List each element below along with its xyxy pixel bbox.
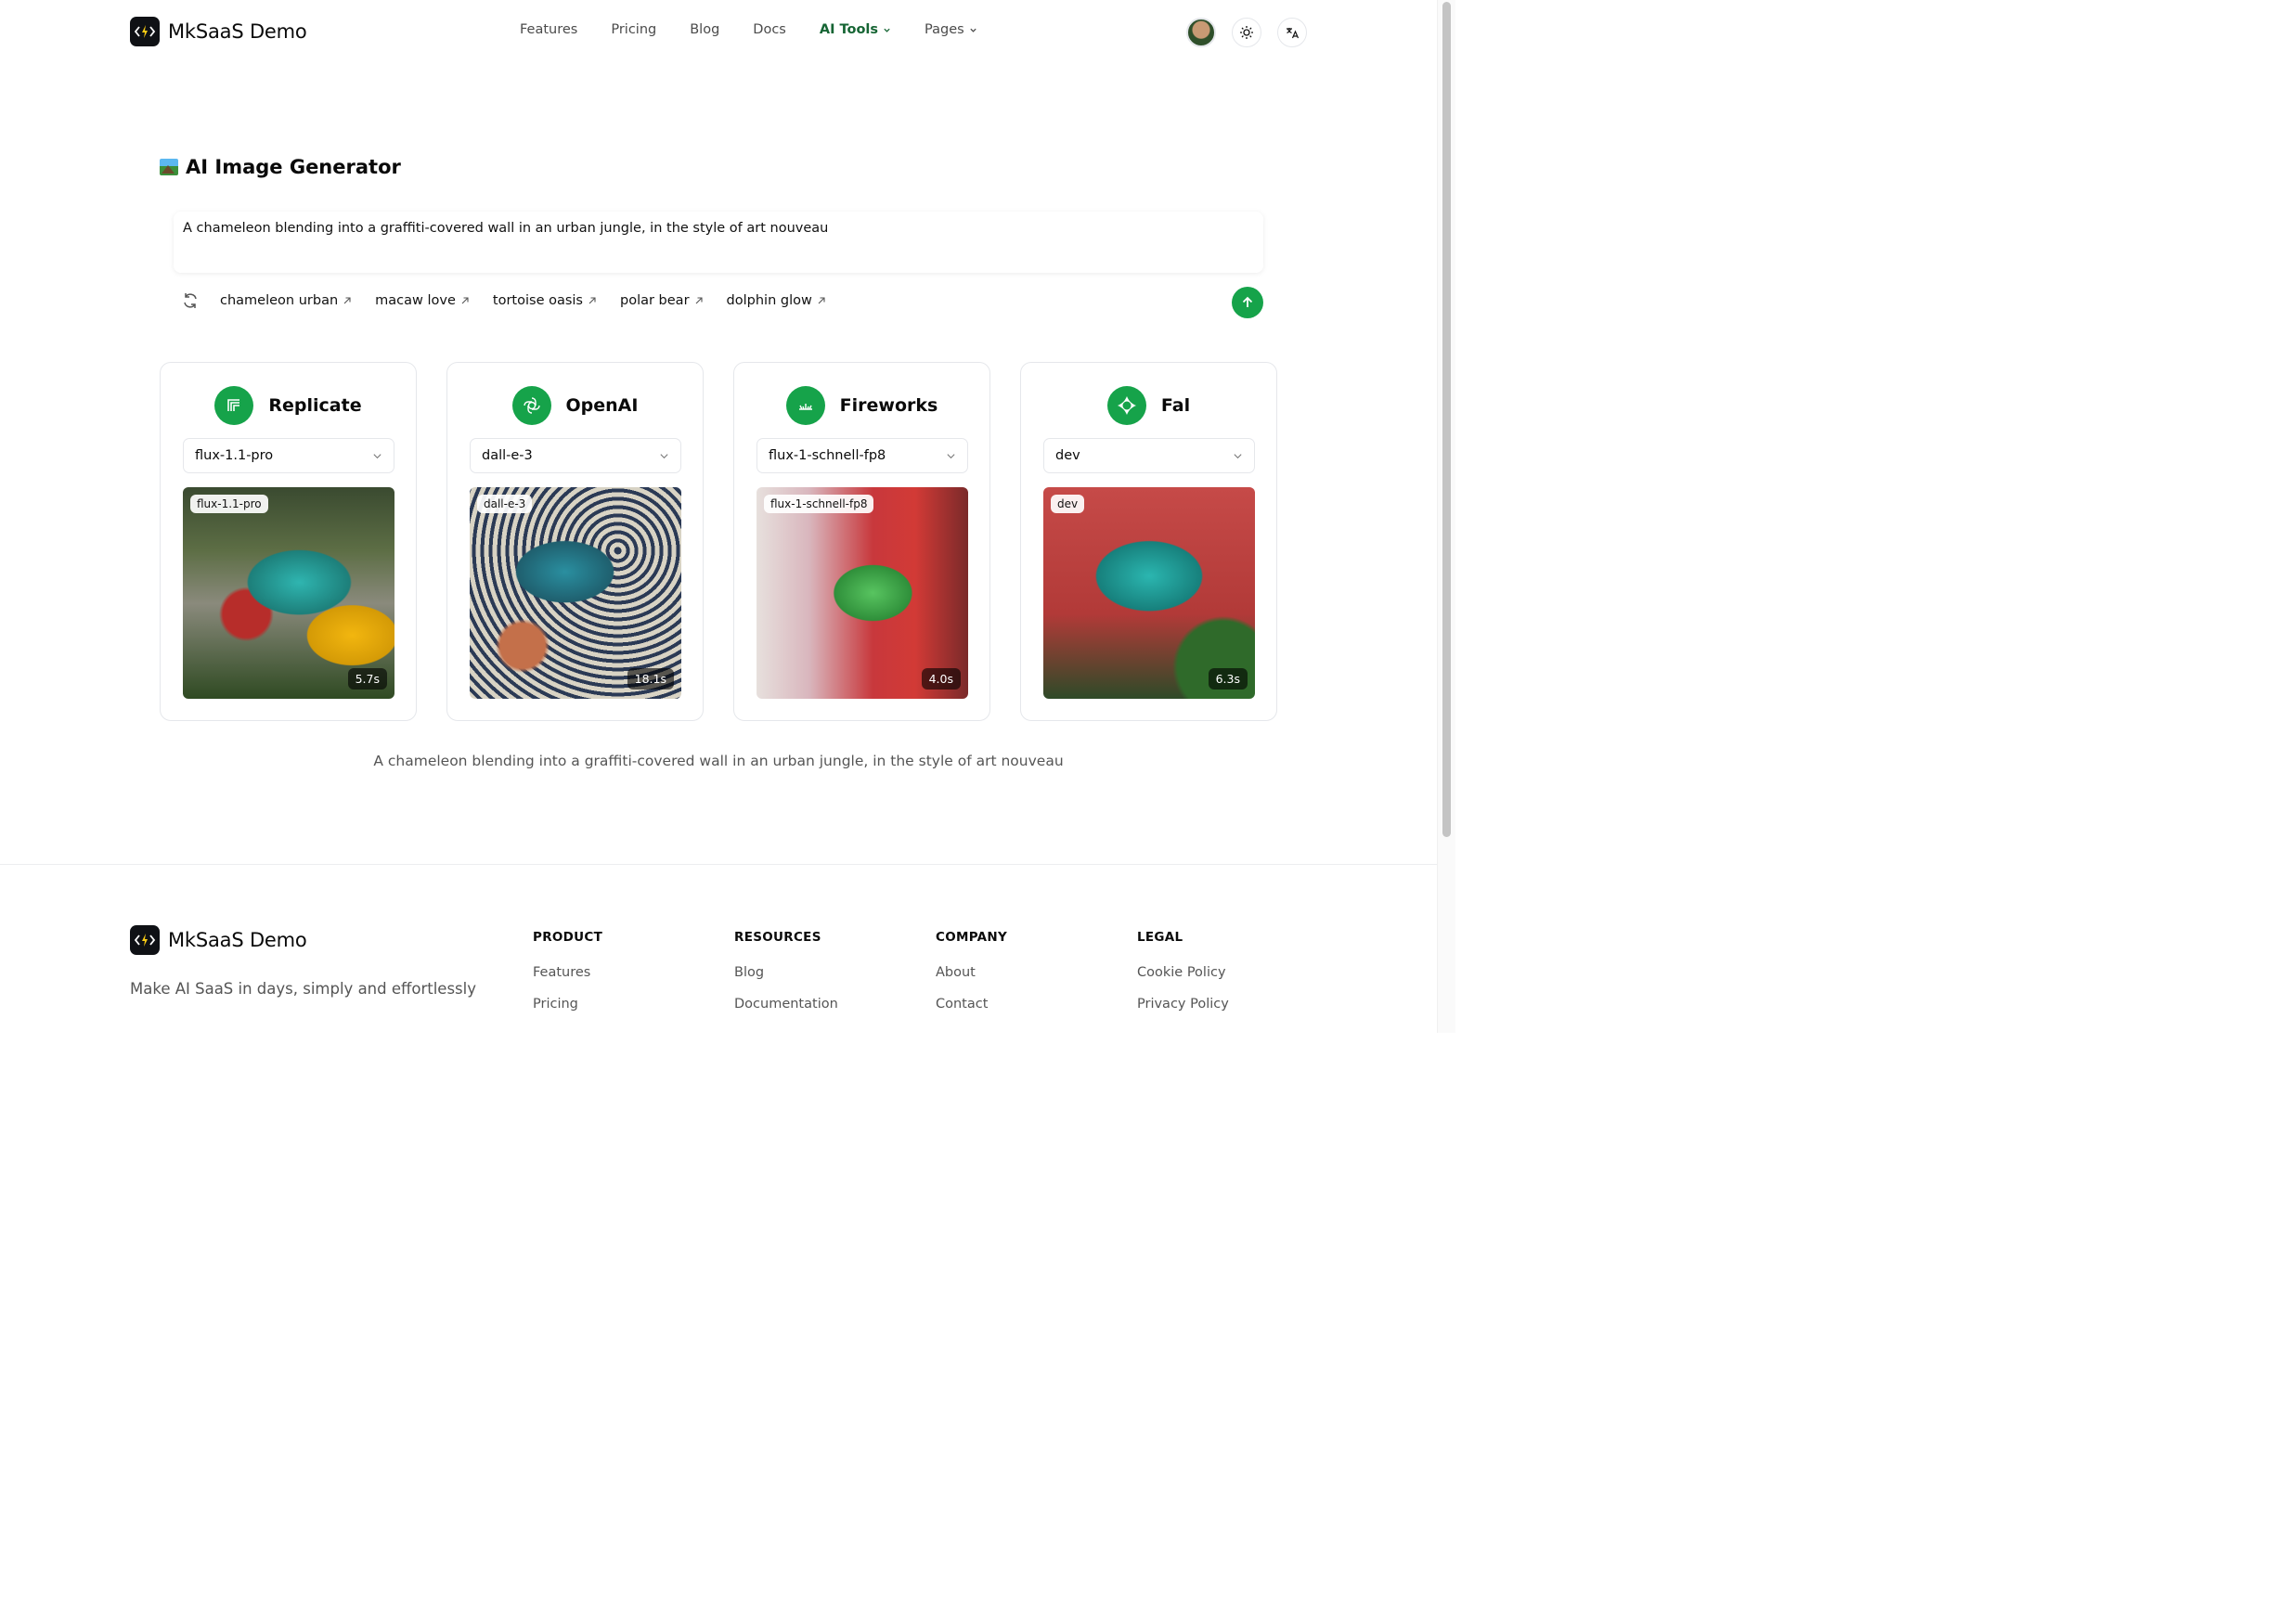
arrow-up-right-icon	[588, 297, 596, 304]
footer-brand[interactable]: MkSaaS Demo	[130, 925, 307, 955]
suggestions-row: chameleon urban macaw love tortoise oasi…	[181, 291, 849, 310]
provider-name: OpenAI	[565, 395, 639, 416]
refresh-icon[interactable]	[181, 291, 200, 310]
arrow-up-right-icon	[343, 297, 351, 304]
sun-icon	[1240, 26, 1253, 39]
suggestion-chip[interactable]: polar bear	[620, 293, 703, 308]
footer-col-product: PRODUCT Features Pricing	[533, 930, 602, 1028]
scrollbar-thumb[interactable]	[1442, 2, 1451, 837]
footer-link[interactable]: About	[936, 965, 1007, 980]
page-title: AI Image Generator	[186, 156, 401, 178]
generated-image[interactable]: flux-1-schnell-fp8 4.0s	[757, 487, 968, 699]
picture-icon	[160, 159, 178, 175]
provider-name: Fal	[1160, 395, 1191, 416]
generated-image[interactable]: flux-1.1-pro 5.7s	[183, 487, 394, 699]
footer-col-title: LEGAL	[1137, 930, 1183, 945]
model-select[interactable]: flux-1.1-pro	[183, 438, 394, 473]
suggestion-chip[interactable]: chameleon urban	[220, 293, 351, 308]
user-avatar[interactable]	[1186, 18, 1216, 47]
chevron-down-icon	[1234, 453, 1242, 458]
footer-col-title: RESOURCES	[734, 930, 821, 945]
chevron-down-icon	[373, 453, 382, 458]
provider-card-replicate: Replicate flux-1.1-pro flux-1.1-pro 5.7s	[160, 362, 417, 721]
replicate-icon	[214, 386, 254, 425]
footer-link[interactable]: Cookie Policy	[1137, 965, 1229, 980]
arrow-up-right-icon	[461, 297, 469, 304]
model-select[interactable]: dall-e-3	[470, 438, 681, 473]
brand-logo-icon	[130, 17, 160, 46]
footer-col-company: COMPANY About Contact	[936, 930, 1007, 1028]
footer-col-legal: LEGAL Cookie Policy Privacy Policy	[1137, 930, 1229, 1028]
arrow-up-right-icon	[695, 297, 703, 304]
generation-time: 4.0s	[921, 668, 961, 690]
prompt-input[interactable]: A chameleon blending into a graffiti-cov…	[174, 212, 1263, 273]
suggestion-chip[interactable]: tortoise oasis	[493, 293, 596, 308]
generation-time: 6.3s	[1208, 668, 1248, 690]
footer-link[interactable]: Privacy Policy	[1137, 997, 1229, 1012]
main-nav: Features Pricing Blog Docs AI Tools Page…	[520, 22, 1011, 37]
fireworks-icon	[785, 386, 825, 425]
nav-pricing[interactable]: Pricing	[611, 22, 656, 37]
footer-link[interactable]: Documentation	[734, 997, 838, 1012]
footer-divider	[0, 864, 1437, 865]
site-header: MkSaaS Demo Features Pricing Blog Docs A…	[0, 0, 1437, 65]
generated-image[interactable]: dall-e-3 18.1s	[470, 487, 681, 699]
footer-link[interactable]: Contact	[936, 997, 1007, 1012]
provider-name: Fireworks	[839, 395, 938, 416]
provider-card-fireworks: Fireworks flux-1-schnell-fp8 flux-1-schn…	[733, 362, 990, 721]
generate-button[interactable]	[1232, 287, 1263, 318]
generation-time: 5.7s	[347, 668, 387, 690]
fal-icon	[1106, 386, 1146, 425]
page-title-row: AI Image Generator	[160, 156, 401, 178]
model-tag: flux-1-schnell-fp8	[764, 495, 874, 513]
nav-ai-tools[interactable]: AI Tools	[820, 22, 891, 37]
suggestion-chip[interactable]: macaw love	[375, 293, 469, 308]
footer-link[interactable]: Pricing	[533, 997, 602, 1012]
footer-tagline: Make AI SaaS in days, simply and effortl…	[130, 980, 476, 998]
brand-link[interactable]: MkSaaS Demo	[130, 17, 307, 46]
provider-card-openai: OpenAI dall-e-3 dall-e-3 18.1s	[446, 362, 704, 721]
provider-cards: Replicate flux-1.1-pro flux-1.1-pro 5.7s…	[160, 362, 1277, 721]
nav-features[interactable]: Features	[520, 22, 577, 37]
footer-brand-name: MkSaaS Demo	[168, 929, 307, 951]
chevron-down-icon	[660, 453, 668, 458]
footer-col-title: COMPANY	[936, 930, 1008, 945]
provider-card-fal: Fal dev dev 6.3s	[1020, 362, 1277, 721]
model-tag: dev	[1051, 495, 1085, 513]
model-select[interactable]: dev	[1043, 438, 1255, 473]
brand-name: MkSaaS Demo	[168, 20, 307, 43]
suggestion-chip[interactable]: dolphin glow	[727, 293, 825, 308]
chevron-down-icon	[947, 453, 955, 458]
brand-logo-icon	[130, 925, 160, 955]
nav-docs[interactable]: Docs	[753, 22, 786, 37]
page-scrollbar[interactable]	[1437, 0, 1455, 1033]
footer-col-resources: RESOURCES Blog Documentation	[734, 930, 838, 1028]
arrow-up-right-icon	[818, 297, 825, 304]
prompt-caption: A chameleon blending into a graffiti-cov…	[373, 753, 1064, 769]
openai-icon	[511, 386, 551, 425]
provider-name: Replicate	[268, 395, 362, 416]
nav-pages[interactable]: Pages	[925, 22, 977, 37]
arrow-up-icon	[1242, 296, 1253, 307]
header-actions	[1186, 18, 1307, 47]
nav-blog[interactable]: Blog	[690, 22, 719, 37]
model-select[interactable]: flux-1-schnell-fp8	[757, 438, 968, 473]
footer-col-title: PRODUCT	[533, 930, 603, 945]
model-tag: flux-1.1-pro	[190, 495, 268, 513]
generation-time: 18.1s	[627, 668, 674, 690]
chevron-down-icon	[884, 28, 890, 32]
generated-image[interactable]: dev 6.3s	[1043, 487, 1255, 699]
footer-link[interactable]: Features	[533, 965, 602, 980]
chevron-down-icon	[970, 28, 976, 32]
footer-link[interactable]: Blog	[734, 965, 838, 980]
theme-toggle-button[interactable]	[1232, 18, 1261, 47]
model-tag: dall-e-3	[477, 495, 533, 513]
language-switch-button[interactable]	[1277, 18, 1307, 47]
translate-icon	[1287, 28, 1300, 39]
